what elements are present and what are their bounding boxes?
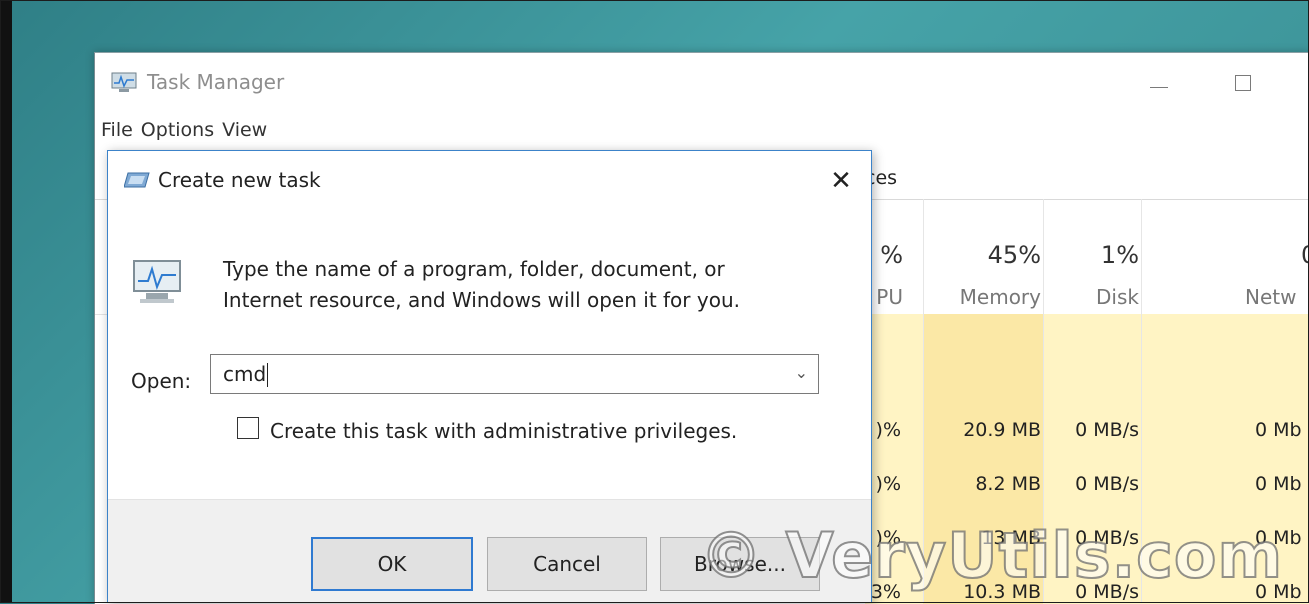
menu-view[interactable]: View	[222, 119, 267, 141]
task-manager-large-icon	[133, 260, 181, 303]
desktop-edge	[0, 0, 12, 603]
open-combobox[interactable]: cmd ⌄	[210, 354, 819, 394]
memory-cell: 8.2 MB	[975, 473, 1041, 495]
dialog-title: Create new task	[158, 168, 321, 192]
menu-file[interactable]: File	[101, 119, 133, 141]
ok-button[interactable]: OK	[311, 537, 473, 591]
watermark: © VeryUtils.com	[699, 518, 1284, 593]
dialog-description-line1: Type the name of a program, folder, docu…	[223, 257, 725, 281]
disk-header-label[interactable]: Disk	[1043, 285, 1139, 309]
menu-bar: File Options View	[101, 119, 267, 141]
open-label: Open:	[131, 369, 192, 393]
disk-cell: 0 MB/s	[1075, 473, 1139, 495]
run-icon	[124, 172, 150, 188]
disk-header-pct[interactable]: 1%	[1043, 241, 1139, 269]
network-header-label[interactable]: Netw	[1245, 285, 1309, 309]
maximize-button[interactable]	[1223, 63, 1263, 103]
admin-privileges-checkbox[interactable]	[237, 417, 259, 439]
task-manager-titlebar[interactable]: Task Manager	[95, 53, 1309, 115]
minimize-button[interactable]	[1139, 63, 1179, 103]
chevron-down-icon[interactable]: ⌄	[795, 363, 808, 382]
cancel-button[interactable]: Cancel	[487, 537, 647, 591]
task-manager-title: Task Manager	[147, 70, 285, 94]
maximize-icon	[1235, 75, 1251, 91]
memory-cell: 20.9 MB	[963, 419, 1041, 441]
memory-header-label[interactable]: Memory	[923, 285, 1041, 309]
dialog-description-line2: Internet resource, and Windows will open…	[223, 288, 740, 312]
network-header-pct[interactable]: 0	[1205, 241, 1309, 269]
close-icon: ✕	[830, 166, 852, 196]
text-caret	[267, 363, 268, 387]
minimize-icon	[1150, 86, 1168, 88]
memory-header-pct[interactable]: 45%	[923, 241, 1041, 269]
open-input[interactable]: cmd	[223, 362, 266, 386]
admin-privileges-label[interactable]: Create this task with administrative pri…	[270, 419, 737, 443]
network-cell: 0 Mb	[1255, 419, 1302, 441]
network-cell: 0 Mb	[1255, 473, 1302, 495]
disk-cell: 0 MB/s	[1075, 419, 1139, 441]
close-button[interactable]: ✕	[821, 161, 861, 201]
menu-options[interactable]: Options	[141, 119, 214, 141]
task-manager-icon	[111, 72, 137, 92]
